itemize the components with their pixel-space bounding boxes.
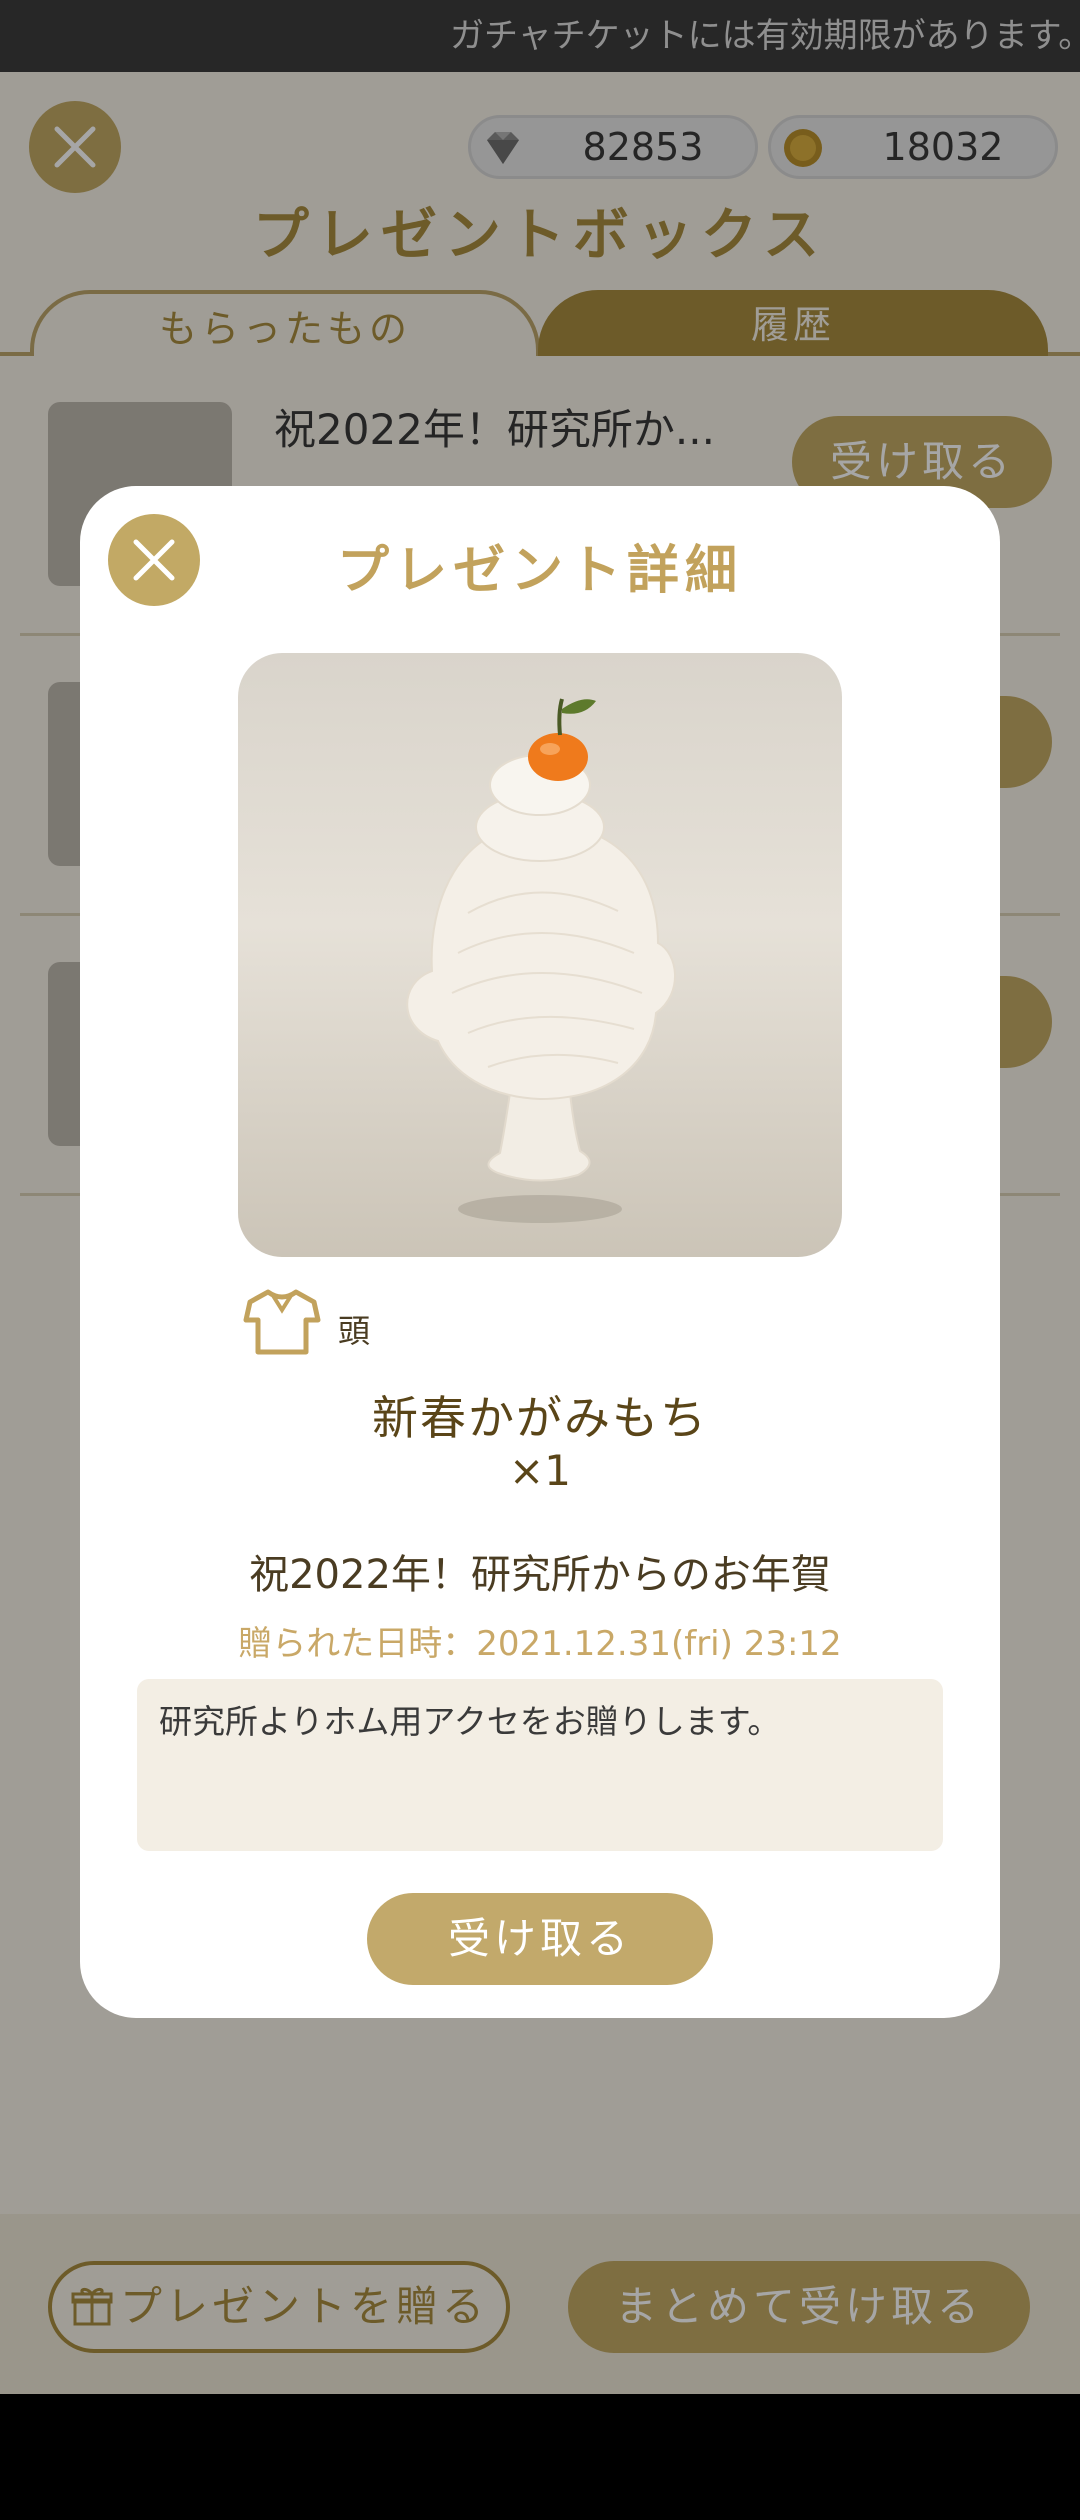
present-title: 祝2022年！研究所からのお年賀 xyxy=(249,1552,831,1598)
receive-button[interactable]: 受け取る xyxy=(367,1893,713,1985)
item-image xyxy=(238,653,842,1257)
message-box: 研究所よりホム用アクセをお贈りします。 xyxy=(137,1679,943,1851)
message-text: 研究所よりホム用アクセをお贈りします。 xyxy=(159,1702,781,1741)
item-name: 新春かがみもち xyxy=(372,1391,708,1445)
kagami-mochi-illustration xyxy=(406,698,676,1223)
sent-date: 贈られた日時：2021.12.31(fri) 23:12 xyxy=(238,1624,842,1664)
shirt-icon xyxy=(243,1289,321,1355)
present-detail-dialog: プレゼント詳細 頭 新春かがみもち ×1 祝2022年！研究所からのお年賀 贈ら… xyxy=(80,486,1000,2018)
equip-slot-label: 頭 xyxy=(338,1312,371,1350)
dialog-title: プレゼント詳細 xyxy=(336,541,743,601)
item-quantity: ×1 xyxy=(509,1446,571,1495)
